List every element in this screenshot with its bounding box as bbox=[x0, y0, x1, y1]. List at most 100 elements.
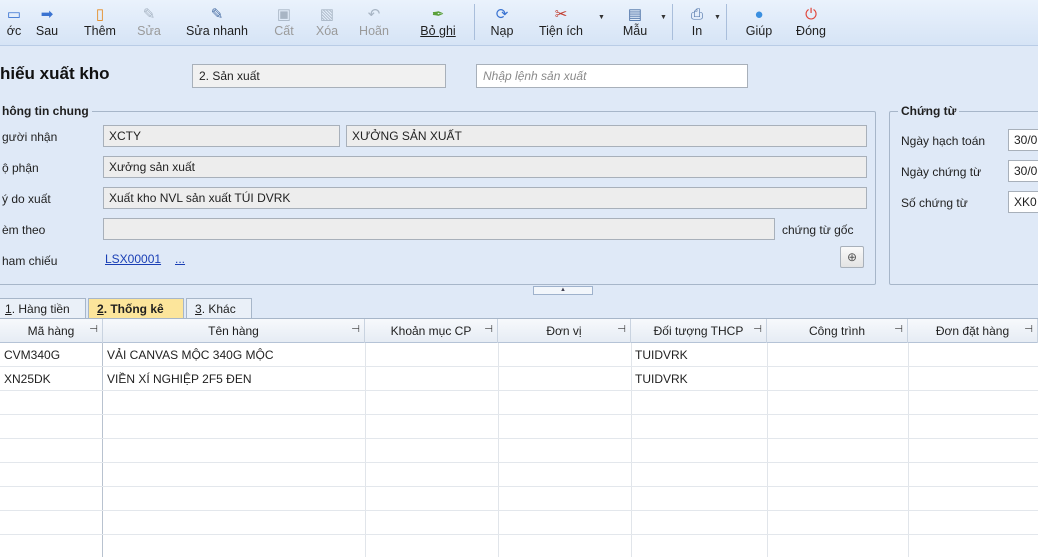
pin-icon[interactable]: ⊣ bbox=[894, 324, 903, 335]
chevron-down-icon[interactable]: ▼ bbox=[714, 14, 721, 21]
table-row[interactable] bbox=[0, 415, 1038, 439]
cell-cost-object[interactable]: TUIDVRK bbox=[631, 343, 767, 367]
column-header-cost-item[interactable]: Khoản mục CP ⊣ bbox=[365, 319, 498, 343]
reload-icon: ⟳ bbox=[495, 6, 509, 23]
reload-button[interactable]: ⟳ Nạp bbox=[484, 0, 520, 46]
quick-edit-button[interactable]: ✎ Sửa nhanh bbox=[180, 0, 254, 46]
add-button[interactable]: ▯ Thêm bbox=[78, 0, 122, 46]
undo-button[interactable]: ↶ Hoãn bbox=[354, 0, 394, 46]
edit-button[interactable]: ✎ Sửa bbox=[134, 0, 164, 46]
attachment-label: èm theo bbox=[2, 223, 46, 237]
cell-unit[interactable] bbox=[498, 367, 631, 391]
table-row[interactable] bbox=[0, 487, 1038, 511]
template-button[interactable]: ▤ Mẫu bbox=[616, 0, 654, 46]
toolbar-separator bbox=[726, 4, 727, 40]
table-row[interactable]: CVM340G VẢI CANVAS MỘC 340G MỘC TUIDVRK bbox=[0, 343, 1038, 367]
cell-unit[interactable] bbox=[498, 343, 631, 367]
table-row[interactable] bbox=[0, 463, 1038, 487]
quick-edit-icon: ✎ bbox=[210, 6, 224, 23]
reference-link[interactable]: LSX00001 bbox=[105, 252, 161, 266]
delete-button[interactable]: ▧ Xóa bbox=[310, 0, 344, 46]
toolbar-separator bbox=[474, 4, 475, 40]
chevron-down-icon[interactable]: ▼ bbox=[660, 14, 667, 21]
department-label: ộ phận bbox=[2, 161, 39, 175]
grid-header: Mã hàng ⊣ Tên hàng ⊣ Khoản mục CP ⊣ Đơn vị ⊣… bbox=[0, 319, 1038, 343]
cell-project[interactable] bbox=[767, 367, 908, 391]
cell-name[interactable]: VIỀN XÍ NGHIỆP 2F5 ĐEN bbox=[103, 367, 365, 391]
add-doc-icon: ▯ bbox=[95, 6, 105, 23]
next-button[interactable]: ➡ Sau bbox=[30, 0, 64, 46]
cell-code[interactable]: CVM340G bbox=[0, 343, 103, 367]
cell-order[interactable] bbox=[908, 367, 1038, 391]
edit-icon: ✎ bbox=[142, 6, 156, 23]
table-row[interactable] bbox=[0, 535, 1038, 557]
toolbar-separator bbox=[672, 4, 673, 40]
reason-field[interactable]: Xuất kho NVL sản xuất TÚI DVRK bbox=[103, 187, 867, 209]
table-row[interactable] bbox=[0, 391, 1038, 415]
attachment-field[interactable] bbox=[103, 218, 775, 240]
table-row[interactable] bbox=[0, 511, 1038, 535]
cell-cost-item[interactable] bbox=[365, 343, 498, 367]
delete-icon: ▧ bbox=[319, 6, 335, 23]
items-grid: Mã hàng ⊣ Tên hàng ⊣ Khoản mục CP ⊣ Đơn vị ⊣… bbox=[0, 318, 1038, 557]
save-icon: ▣ bbox=[276, 6, 292, 23]
unpost-button[interactable]: ✒ Bỏ ghi bbox=[414, 0, 462, 46]
close-button[interactable]: ⏻ Đóng bbox=[790, 0, 832, 46]
print-icon: ⎙ bbox=[690, 6, 703, 23]
column-header-project[interactable]: Công trình ⊣ bbox=[767, 319, 908, 343]
general-info-legend: hông tin chung bbox=[0, 104, 92, 118]
tab-goods-money[interactable]: 1. Hàng tiền bbox=[0, 298, 86, 318]
posting-date-label: Ngày hạch toán bbox=[901, 134, 986, 148]
original-docs-label: chứng từ gốc bbox=[782, 223, 854, 237]
tab-statistics[interactable]: 2. Thống kê bbox=[88, 298, 184, 318]
template-icon: ▤ bbox=[627, 6, 643, 23]
column-header-order[interactable]: Đơn đặt hàng ⊣ bbox=[908, 319, 1038, 343]
pin-icon[interactable]: ⊣ bbox=[1024, 324, 1033, 335]
cell-cost-object[interactable]: TUIDVRK bbox=[631, 367, 767, 391]
cell-cost-item[interactable] bbox=[365, 367, 498, 391]
tools-button[interactable]: ✂ Tiện ích bbox=[532, 0, 590, 46]
previous-icon: ▭ bbox=[6, 6, 22, 23]
next-icon: ➡ bbox=[40, 6, 54, 23]
toolbar: ▭ ớc ➡ Sau ▯ Thêm ✎ Sửa ✎ Sửa nhanh ▣ Cấ… bbox=[0, 0, 1038, 46]
print-button[interactable]: ⎙ In bbox=[682, 0, 712, 46]
receiver-name-field[interactable]: XƯỞNG SẢN XUẤT bbox=[346, 125, 867, 147]
page-title: hiếu xuất kho bbox=[0, 64, 110, 83]
column-header-name[interactable]: Tên hàng ⊣ bbox=[103, 319, 365, 343]
collapse-panel-button[interactable]: ▲ bbox=[533, 286, 593, 295]
receiver-code-field[interactable]: XCTY bbox=[103, 125, 340, 147]
posting-date-field[interactable]: 30/0 bbox=[1008, 129, 1038, 151]
table-row[interactable] bbox=[0, 439, 1038, 463]
table-row[interactable]: XN25DK VIỀN XÍ NGHIỆP 2F5 ĐEN TUIDVRK bbox=[0, 367, 1038, 391]
export-type-combo[interactable]: 2. Sản xuất bbox=[192, 64, 446, 88]
production-order-input[interactable]: Nhập lệnh sản xuất bbox=[476, 64, 748, 88]
pin-icon[interactable]: ⊣ bbox=[89, 324, 98, 335]
help-button[interactable]: ● Giúp bbox=[740, 0, 778, 46]
power-icon: ⏻ bbox=[805, 6, 817, 23]
tools-icon: ✂ bbox=[554, 6, 568, 23]
reference-more-link[interactable]: ... bbox=[175, 252, 185, 266]
voucher-no-field[interactable]: XK0 bbox=[1008, 191, 1038, 213]
cell-code[interactable]: XN25DK bbox=[0, 367, 103, 391]
department-field[interactable]: Xưởng sản xuất bbox=[103, 156, 867, 178]
zoom-button[interactable]: ⊕ bbox=[840, 246, 864, 268]
column-header-code[interactable]: Mã hàng ⊣ bbox=[0, 319, 103, 343]
pin-icon[interactable]: ⊣ bbox=[484, 324, 493, 335]
tab-other[interactable]: 3. Khác bbox=[186, 298, 252, 318]
cell-order[interactable] bbox=[908, 343, 1038, 367]
pin-icon[interactable]: ⊣ bbox=[617, 324, 626, 335]
voucher-date-field[interactable]: 30/0 bbox=[1008, 160, 1038, 182]
help-icon: ● bbox=[754, 6, 764, 23]
pin-icon[interactable]: ⊣ bbox=[351, 324, 360, 335]
previous-button[interactable]: ▭ ớc bbox=[0, 0, 28, 46]
cell-project[interactable] bbox=[767, 343, 908, 367]
column-header-unit[interactable]: Đơn vị ⊣ bbox=[498, 319, 631, 343]
save-button[interactable]: ▣ Cất bbox=[268, 0, 300, 46]
pin-icon[interactable]: ⊣ bbox=[753, 324, 762, 335]
chevron-down-icon[interactable]: ▼ bbox=[598, 14, 605, 21]
unpost-icon: ✒ bbox=[431, 6, 445, 23]
column-header-cost-object[interactable]: Đối tượng THCP ⊣ bbox=[631, 319, 767, 343]
voucher-no-label: Số chứng từ bbox=[901, 196, 968, 210]
voucher-date-label: Ngày chứng từ bbox=[901, 165, 982, 179]
cell-name[interactable]: VẢI CANVAS MỘC 340G MỘC bbox=[103, 343, 365, 367]
